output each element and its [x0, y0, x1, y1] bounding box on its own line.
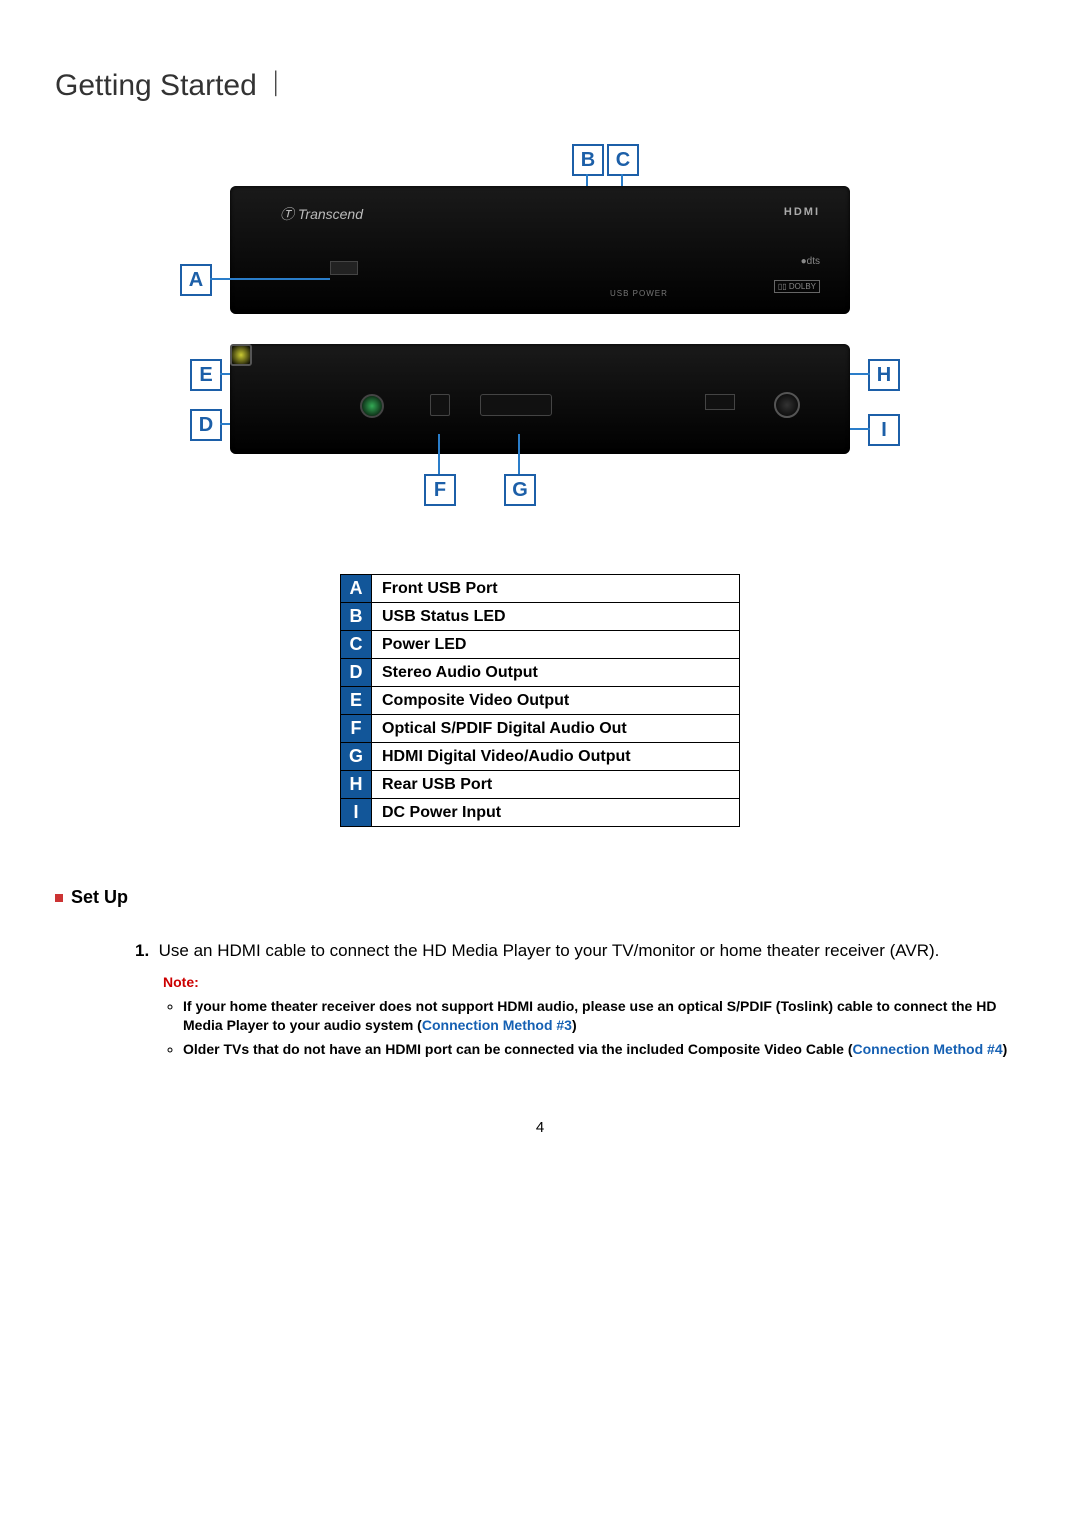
legend-letter: I	[341, 799, 372, 827]
legend-letter: F	[341, 715, 372, 743]
title-text: Getting Started	[55, 69, 257, 102]
legend-table: AFront USB Port BUSB Status LED CPower L…	[340, 574, 740, 827]
stereo-jack	[360, 394, 384, 418]
legend-letter: A	[341, 575, 372, 603]
legend-row: IDC Power Input	[341, 799, 740, 827]
legend-row: HRear USB Port	[341, 771, 740, 799]
dolby-logo: ▯▯ DOLBY	[774, 280, 820, 293]
usb-power-label: USB POWER	[610, 289, 668, 298]
section-setup: Set Up	[55, 887, 1025, 908]
legend-letter: G	[341, 743, 372, 771]
legend-row: GHDMI Digital Video/Audio Output	[341, 743, 740, 771]
legend-row: BUSB Status LED	[341, 603, 740, 631]
label-c: C	[607, 144, 639, 176]
legend-desc: Stereo Audio Output	[372, 659, 740, 687]
legend-desc: Power LED	[372, 631, 740, 659]
note-pre: Older TVs that do not have an HDMI port …	[183, 1041, 853, 1057]
legend-row: DStereo Audio Output	[341, 659, 740, 687]
note-item: If your home theater receiver does not s…	[183, 997, 1025, 1036]
legend-desc: HDMI Digital Video/Audio Output	[372, 743, 740, 771]
step-text: Use an HDMI cable to connect the HD Medi…	[159, 941, 940, 960]
legend-desc: USB Status LED	[372, 603, 740, 631]
hdmi-port	[480, 394, 552, 416]
legend-letter: D	[341, 659, 372, 687]
legend-desc: Optical S/PDIF Digital Audio Out	[372, 715, 740, 743]
legend-letter: H	[341, 771, 372, 799]
note-link[interactable]: Connection Method #4	[853, 1041, 1003, 1057]
label-h: H	[868, 359, 900, 391]
legend-desc: Composite Video Output	[372, 687, 740, 715]
legend-body: AFront USB Port BUSB Status LED CPower L…	[341, 575, 740, 827]
device-diagram: B C Ⓣ Transcend HDMI ●dts ▯▯ DOLBY USB P…	[180, 144, 900, 514]
rear-usb-port	[705, 394, 735, 410]
optical-port	[430, 394, 450, 416]
note-list: If your home theater receiver does not s…	[163, 997, 1025, 1060]
note-post: )	[1003, 1041, 1008, 1057]
label-e: E	[190, 359, 222, 391]
note-link[interactable]: Connection Method #3	[422, 1017, 572, 1033]
legend-row: CPower LED	[341, 631, 740, 659]
label-a: A	[180, 264, 212, 296]
legend-desc: DC Power Input	[372, 799, 740, 827]
step-item: 1. Use an HDMI cable to connect the HD M…	[135, 938, 1025, 1059]
steps-list: 1. Use an HDMI cable to connect the HD M…	[55, 938, 1025, 1059]
label-f: F	[424, 474, 456, 506]
label-d: D	[190, 409, 222, 441]
legend-desc: Rear USB Port	[372, 771, 740, 799]
step-number: 1.	[135, 941, 149, 960]
composite-jack	[230, 344, 252, 366]
legend-row: AFront USB Port	[341, 575, 740, 603]
hdmi-logo: HDMI	[784, 206, 820, 218]
label-i: I	[868, 414, 900, 446]
device-front-view: Ⓣ Transcend HDMI ●dts ▯▯ DOLBY USB POWER	[230, 186, 850, 314]
legend-desc: Front USB Port	[372, 575, 740, 603]
section-title: Set Up	[71, 887, 128, 908]
note-pre: If your home theater receiver does not s…	[183, 998, 996, 1034]
device-back-view	[230, 344, 850, 454]
legend-row: EComposite Video Output	[341, 687, 740, 715]
note-item: Older TVs that do not have an HDMI port …	[183, 1040, 1025, 1060]
note-label: Note:	[163, 972, 1025, 993]
dts-logo: ●dts	[801, 256, 820, 267]
legend-letter: E	[341, 687, 372, 715]
page-number: 4	[55, 1119, 1025, 1136]
legend-row: FOptical S/PDIF Digital Audio Out	[341, 715, 740, 743]
brand-logo: Ⓣ Transcend	[280, 204, 363, 224]
dc-port	[774, 392, 800, 418]
front-usb-port	[330, 261, 358, 275]
bullet-icon	[55, 894, 63, 902]
page-title: Getting Started︱	[55, 60, 1025, 104]
label-b: B	[572, 144, 604, 176]
leader-f	[438, 434, 440, 474]
leader-a	[210, 278, 330, 280]
label-g: G	[504, 474, 536, 506]
legend-letter: C	[341, 631, 372, 659]
leader-g	[518, 434, 520, 474]
legend-letter: B	[341, 603, 372, 631]
note-post: )	[572, 1017, 577, 1033]
